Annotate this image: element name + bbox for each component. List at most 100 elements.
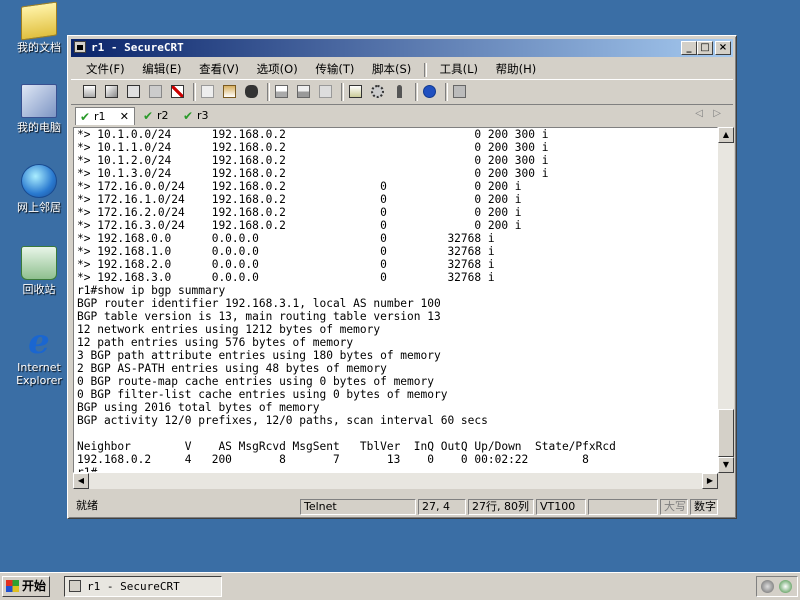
tab-scroll-right-icon[interactable]: ▷ xyxy=(713,108,721,119)
sftp-icon xyxy=(453,85,466,98)
scroll-down-button[interactable]: ▼ xyxy=(718,457,734,473)
menu-help[interactable]: 帮助(H) xyxy=(489,58,544,78)
start-label: 开始 xyxy=(22,579,47,593)
toolbar-separator xyxy=(445,83,448,101)
status-num-lock: 数字 xyxy=(690,499,718,515)
terminal-area[interactable]: *> 10.1.0.0/24 192.168.0.2 0 200 300 i *… xyxy=(73,127,718,473)
sftp-button[interactable] xyxy=(451,83,469,101)
copy-button[interactable] xyxy=(199,83,217,101)
menu-file[interactable]: 文件(F) xyxy=(79,58,132,78)
find-button[interactable] xyxy=(243,83,261,101)
desktop-icon-recycle-bin[interactable]: 回收站 xyxy=(6,246,72,296)
status-bar: 就绪 Telnet 27, 4 27行, 80列 VT100 大写 数字 xyxy=(71,498,733,516)
app-icon[interactable] xyxy=(74,41,86,53)
tab-label: r2 xyxy=(157,109,169,122)
key-icon xyxy=(397,85,402,98)
maximize-button[interactable]: □ xyxy=(697,41,713,55)
window-title: r1 - SecureCRT xyxy=(91,41,184,54)
quick-connect-button[interactable] xyxy=(103,83,121,101)
minimize-button[interactable]: _ xyxy=(681,41,697,55)
close-tab-icon[interactable]: ✕ xyxy=(120,108,129,126)
disconnect-button[interactable] xyxy=(169,83,187,101)
menu-separator xyxy=(423,62,427,77)
desktop-icon-network[interactable]: 网上邻居 xyxy=(6,164,72,214)
tab-label: r3 xyxy=(197,109,209,122)
connected-check-icon: ✔ xyxy=(143,109,154,123)
desktop-icon-label: 回收站 xyxy=(22,283,56,296)
tray-status-icon[interactable] xyxy=(779,580,792,593)
computer-icon xyxy=(21,84,57,118)
tab-r2[interactable]: ✔ r2 xyxy=(139,107,177,125)
paste-button[interactable] xyxy=(221,83,239,101)
status-cursor-position: 27, 4 xyxy=(418,499,466,515)
scroll-right-button[interactable]: ▶ xyxy=(702,473,718,489)
print-button[interactable] xyxy=(273,83,291,101)
close-button[interactable]: × xyxy=(715,41,731,55)
keymap-button[interactable] xyxy=(391,83,409,101)
recycle-bin-icon xyxy=(21,246,57,280)
status-terminal-size: 27行, 80列 xyxy=(468,499,534,515)
print-icon xyxy=(275,85,288,98)
scroll-up-button[interactable]: ▲ xyxy=(718,127,734,143)
system-tray xyxy=(756,576,798,597)
menu-transfer[interactable]: 传输(T) xyxy=(308,58,361,78)
taskbar-task-label: r1 - SecureCRT xyxy=(87,580,180,593)
scroll-left-button[interactable]: ◀ xyxy=(73,473,89,489)
horizontal-scrollbar[interactable]: ◀ ▶ xyxy=(73,473,718,489)
toolbar-separator xyxy=(415,83,418,101)
menu-script[interactable]: 脚本(S) xyxy=(365,58,418,78)
paste-icon xyxy=(223,85,236,98)
toolbar xyxy=(71,79,733,105)
taskbar-securecrt-button[interactable]: r1 - SecureCRT xyxy=(64,576,222,597)
toolbar-separator xyxy=(193,83,196,101)
connect-tab-icon xyxy=(127,85,140,98)
tab-r3[interactable]: ✔ r3 xyxy=(179,107,217,125)
desktop-icon-label: Internet Explorer xyxy=(16,361,62,387)
toolbar-separator xyxy=(341,83,344,101)
network-globe-icon xyxy=(21,164,57,198)
desktop-icon-label: 我的电脑 xyxy=(17,121,61,134)
menu-options[interactable]: 选项(O) xyxy=(250,58,305,78)
desktop-icon-my-documents[interactable]: 我的文档 xyxy=(6,1,72,54)
folder-icon xyxy=(21,1,57,41)
global-options-button[interactable] xyxy=(369,83,387,101)
session-options-icon xyxy=(349,85,362,98)
print-setup-button[interactable] xyxy=(317,83,335,101)
print-selection-button[interactable] xyxy=(295,83,313,101)
disconnect-icon xyxy=(171,85,184,98)
help-button[interactable] xyxy=(421,83,439,101)
connected-check-icon: ✔ xyxy=(80,110,91,124)
reconnect-button[interactable] xyxy=(147,83,165,101)
connect-button[interactable] xyxy=(81,83,99,101)
gear-icon xyxy=(371,85,384,98)
window-titlebar[interactable]: r1 - SecureCRT _ □ × xyxy=(71,39,733,57)
vertical-scroll-thumb[interactable] xyxy=(718,409,734,457)
binoculars-icon xyxy=(245,85,258,98)
tab-r1[interactable]: ✔ r1 ✕ xyxy=(75,107,135,125)
status-emulation: VT100 xyxy=(536,499,586,515)
taskbar: 开始 r1 - SecureCRT xyxy=(0,572,800,600)
status-caps-lock: 大写 xyxy=(660,499,688,515)
status-ready: 就绪 xyxy=(76,499,98,512)
session-options-button[interactable] xyxy=(347,83,365,101)
connected-check-icon: ✔ xyxy=(183,109,194,123)
reconnect-icon xyxy=(149,85,162,98)
desktop-icon-label: 我的文档 xyxy=(17,41,61,54)
help-icon xyxy=(423,85,436,98)
connect-icon xyxy=(83,85,96,98)
connect-tab-button[interactable] xyxy=(125,83,143,101)
tab-scroll-left-icon[interactable]: ◁ xyxy=(695,108,703,119)
tab-label: r1 xyxy=(94,110,106,123)
vertical-scrollbar[interactable]: ▲ ▼ xyxy=(718,127,734,473)
status-blank-field xyxy=(588,499,658,515)
session-tab-bar: ✔ r1 ✕ ✔ r2 ✔ r3 ◁ ▷ xyxy=(71,105,733,127)
desktop-icon-internet-explorer[interactable]: e Internet Explorer xyxy=(6,325,72,387)
menu-tools[interactable]: 工具(L) xyxy=(433,58,485,78)
start-button[interactable]: 开始 xyxy=(2,576,50,597)
tray-network-icon[interactable] xyxy=(761,580,774,593)
menu-bar: 文件(F) 编辑(E) 查看(V) 选项(O) 传输(T) 脚本(S) 工具(L… xyxy=(71,58,733,78)
windows-logo-icon xyxy=(6,580,19,592)
menu-edit[interactable]: 编辑(E) xyxy=(135,58,188,78)
menu-view[interactable]: 查看(V) xyxy=(192,58,246,78)
desktop-icon-my-computer[interactable]: 我的电脑 xyxy=(6,84,72,134)
